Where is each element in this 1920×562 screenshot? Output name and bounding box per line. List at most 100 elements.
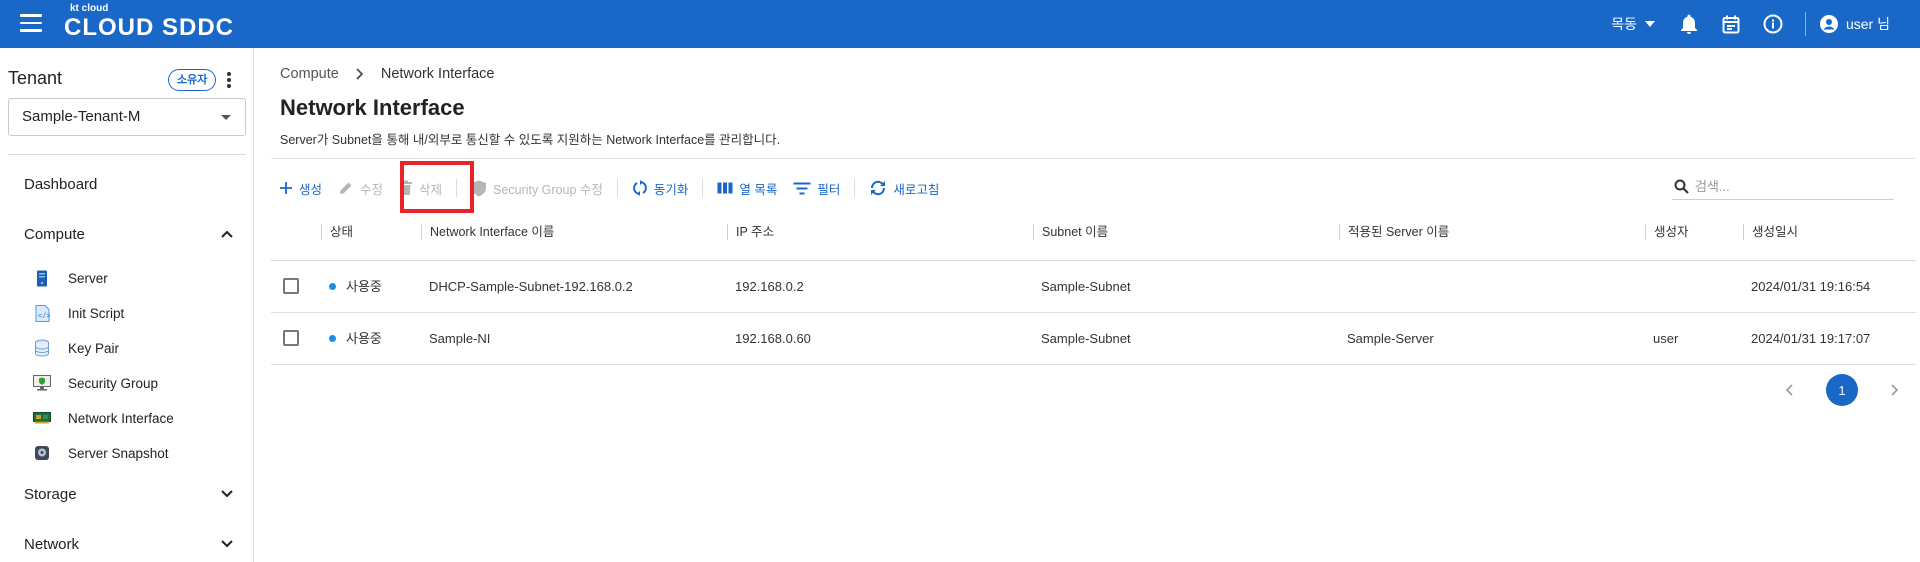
row-checkbox[interactable] <box>283 278 299 294</box>
tenant-select-value: Sample-Tenant-M <box>22 108 141 125</box>
tenant-title: Tenant <box>8 68 63 88</box>
more-vert-icon[interactable] <box>227 72 233 88</box>
caret-down-icon <box>221 115 231 120</box>
columns-button[interactable]: 열 목록 <box>709 176 785 200</box>
sidebar-item-server-snapshot[interactable]: Server Snapshot <box>32 443 169 463</box>
sidebar-item-label: Security Group <box>68 375 159 391</box>
subnet-cell: Sample-Subnet <box>1041 279 1131 294</box>
name-cell: Sample-NI <box>429 331 491 346</box>
sidebar-item-label: Key Pair <box>68 340 120 356</box>
sidebar-group-storage[interactable]: Storage <box>24 486 234 503</box>
status-text: 사용중 <box>346 331 382 346</box>
server-icon <box>32 269 52 287</box>
edit-button-label: 수정 <box>360 182 384 197</box>
toolbar-divider <box>616 179 618 197</box>
column-header-creator[interactable]: 생성자 <box>1645 224 1689 240</box>
security-group-edit-button-label: Security Group 수정 <box>493 182 603 197</box>
chevron-right-icon <box>356 68 363 80</box>
status-dot-icon <box>329 335 336 342</box>
sidebar-group-compute[interactable]: Compute <box>24 226 234 243</box>
refresh-icon <box>871 180 886 196</box>
sidebar-item-label: Compute <box>24 226 85 243</box>
column-header-subnet[interactable]: Subnet 이름 <box>1033 224 1108 240</box>
sidebar-group-network[interactable]: Network <box>24 536 234 553</box>
tenant-select[interactable]: Sample-Tenant-M <box>8 98 246 136</box>
name-cell: DHCP-Sample-Subnet-192.168.0.2 <box>429 279 633 294</box>
search-icon <box>1674 179 1689 194</box>
sidebar-item-label: Server Snapshot <box>68 445 169 461</box>
status-text: 사용중 <box>346 279 382 294</box>
sidebar-item-server[interactable]: Server <box>32 268 108 288</box>
sync-button[interactable]: 동기화 <box>624 176 697 200</box>
header-divider <box>1804 12 1806 36</box>
edit-button[interactable]: 수정 <box>330 176 391 200</box>
created-cell: 2024/01/31 19:16:54 <box>1751 279 1871 294</box>
bell-icon[interactable] <box>1679 14 1699 34</box>
refresh-button[interactable]: 새로고침 <box>861 176 947 200</box>
snapshot-icon <box>32 444 52 462</box>
sync-button-label: 동기화 <box>653 182 689 197</box>
toolbar-divider <box>854 179 856 197</box>
creator-cell: user <box>1653 331 1679 346</box>
toolbar: 생성 수정 삭제 Security Group 수정 동기화 열 목록 필터 새… <box>271 176 947 200</box>
ip-cell: 192.168.0.2 <box>735 279 804 294</box>
info-icon[interactable] <box>1763 14 1783 34</box>
menu-icon[interactable] <box>20 14 42 34</box>
status-cell: 사용중 <box>329 279 382 295</box>
chevron-down-icon <box>221 540 233 548</box>
table-row[interactable]: 사용중 Sample-NI 192.168.0.60 Sample-Subnet… <box>271 313 1916 365</box>
column-header-created[interactable]: 생성일시 <box>1743 224 1798 240</box>
owner-badge: 소유자 <box>168 69 217 91</box>
pagination: 1 <box>1778 374 1906 406</box>
calendar-icon[interactable] <box>1721 14 1741 34</box>
server-cell: Sample-Server <box>1347 331 1434 346</box>
filter-icon <box>793 182 811 194</box>
sidebar-item-dashboard[interactable]: Dashboard <box>24 176 234 193</box>
create-button[interactable]: 생성 <box>271 176 330 200</box>
account-icon <box>1819 15 1838 33</box>
key-pair-icon <box>32 339 52 357</box>
network-interface-table: 상태 Network Interface 이름 IP 주소 Subnet 이름 … <box>271 214 1916 365</box>
status-cell: 사용중 <box>329 331 382 347</box>
sidebar-item-label: Init Script <box>68 305 125 321</box>
toolbar-divider <box>702 179 704 197</box>
table-row[interactable]: 사용중 DHCP-Sample-Subnet-192.168.0.2 192.1… <box>271 261 1916 313</box>
caret-down-icon <box>1644 21 1655 27</box>
security-group-edit-button[interactable]: Security Group 수정 <box>463 176 611 200</box>
row-checkbox[interactable] <box>283 330 299 346</box>
column-header-status[interactable]: 상태 <box>321 224 353 240</box>
search-field[interactable] <box>1672 174 1894 200</box>
breadcrumb-item-current: Network Interface <box>380 66 495 82</box>
network-interface-icon <box>32 409 52 427</box>
sidebar-item-label: Server <box>68 270 108 286</box>
chevron-left-icon[interactable] <box>1778 378 1802 402</box>
column-header-server[interactable]: 적용된 Server 이름 <box>1339 224 1449 240</box>
column-header-name[interactable]: Network Interface 이름 <box>421 224 554 240</box>
chevron-right-icon[interactable] <box>1882 378 1906 402</box>
plus-icon <box>280 182 292 194</box>
sidebar-item-init-script[interactable]: </> Init Script <box>32 303 124 323</box>
security-group-icon <box>32 374 52 392</box>
page-description: Server가 Subnet을 통해 내/외부로 통신할 수 있도록 지원하는 … <box>280 133 781 147</box>
breadcrumb-item-compute[interactable]: Compute <box>280 66 339 82</box>
logo-text: CLOUD SDDC <box>64 14 234 41</box>
filter-button[interactable]: 필터 <box>785 176 848 200</box>
ip-cell: 192.168.0.60 <box>735 331 811 346</box>
language-selector[interactable]: 목동 <box>1611 14 1655 34</box>
sidebar-item-network-interface[interactable]: Network Interface <box>32 408 174 428</box>
sidebar-item-key-pair[interactable]: Key Pair <box>32 338 119 358</box>
sidebar-item-label: Network <box>24 536 80 553</box>
sidebar: Tenant 소유자 Sample-Tenant-M Dashboard Com… <box>0 48 254 562</box>
column-header-ip[interactable]: IP 주소 <box>727 224 774 240</box>
sidebar-item-security-group[interactable]: Security Group <box>32 373 158 393</box>
logo[interactable]: kt cloud CLOUD SDDC <box>64 3 234 41</box>
search-input[interactable] <box>1695 179 1885 194</box>
chevron-up-icon <box>221 230 233 238</box>
page-button-current[interactable]: 1 <box>1826 374 1858 406</box>
user-menu[interactable]: user 님 <box>1819 14 1890 34</box>
breadcrumb: Compute Network Interface <box>280 66 494 82</box>
top-bar: kt cloud CLOUD SDDC 목동 user 님 <box>0 0 1920 48</box>
pencil-icon <box>340 182 352 194</box>
sidebar-item-label: Network Interface <box>68 410 174 426</box>
sidebar-item-label: Storage <box>24 486 77 503</box>
